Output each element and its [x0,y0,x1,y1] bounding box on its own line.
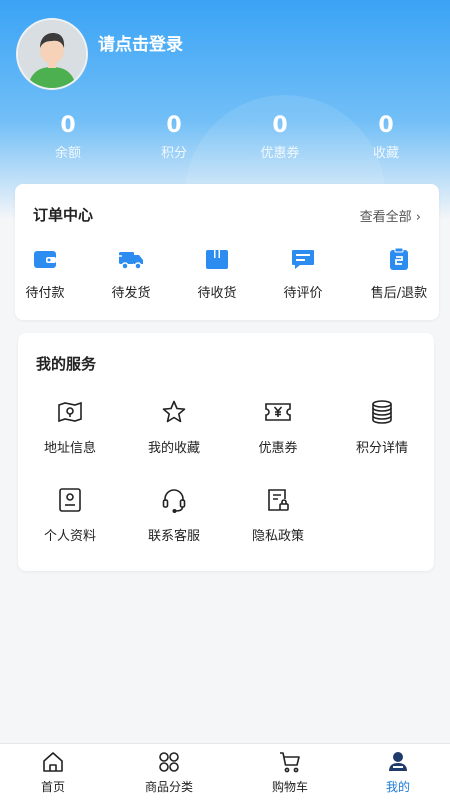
my-services-title: 我的服务 [36,355,97,373]
stat-coupons[interactable]: 0 优惠券 [235,112,325,164]
service-customer-support[interactable]: 联系客服 [122,487,226,544]
stat-points[interactable]: 0 积分 [129,112,219,164]
order-after-sales[interactable]: 售后/退款 [359,246,439,301]
order-item-label: 待发货 [111,286,151,301]
refund-icon [390,247,408,270]
service-address[interactable]: 地址信息 [18,399,122,456]
privacy-doc-icon [268,489,289,511]
order-pending-shipment[interactable]: 待发货 [89,246,173,301]
stat-value: 0 [166,113,182,138]
order-item-label: 售后/退款 [370,286,428,301]
service-profile[interactable]: 个人资料 [18,487,122,544]
map-pin-icon [58,401,82,423]
headset-icon [162,489,186,513]
view-all-orders-link[interactable]: 查看全部 › [360,206,421,225]
stat-balance[interactable]: 0 余额 [23,112,113,164]
tab-label: 购物车 [271,780,308,794]
tab-label: 商品分类 [144,780,193,794]
service-points-detail[interactable]: 积分详情 [330,399,434,456]
stats-row: 0 余额 0 积分 0 优惠券 0 收藏 [0,112,450,172]
coupon-icon [265,403,291,421]
comment-icon [292,250,314,269]
service-label: 联系客服 [147,529,200,544]
order-pending-payment[interactable]: 待付款 [3,246,87,301]
tab-label: 首页 [40,780,65,794]
service-label: 地址信息 [43,441,96,456]
stat-label: 优惠券 [260,146,300,161]
tab-cart[interactable]: 购物车 [250,750,330,795]
my-services-card: 我的服务 地址信息 我的收藏 优惠券 积分详情 个人资料 联系客服 隐私政策 [18,333,434,571]
order-center-title: 订单中心 [33,206,94,224]
category-icon [159,752,179,772]
order-center-card: 订单中心 查看全部 › 待付款 待发货 待收货 待评价 售后/退款 [15,184,439,320]
star-icon [162,400,186,423]
order-item-label: 待付款 [25,286,65,301]
tab-home[interactable]: 首页 [13,750,93,795]
stat-value: 0 [60,113,76,138]
truck-icon [117,252,143,270]
order-item-label: 待收货 [197,286,237,301]
service-privacy-policy[interactable]: 隐私政策 [226,487,330,544]
stat-label: 积分 [160,146,187,161]
bottom-tab-bar: 首页 商品分类 购物车 我的 [0,743,450,801]
stat-label: 余额 [54,146,81,161]
order-pending-review[interactable]: 待评价 [261,246,345,301]
tab-mine[interactable]: 我的 [358,750,438,795]
stat-label: 收藏 [372,146,399,161]
service-label: 隐私政策 [251,529,304,544]
stat-value: 0 [272,113,288,138]
user-icon [389,752,407,771]
tab-categories[interactable]: 商品分类 [129,750,209,795]
cart-icon [280,752,300,773]
service-label: 我的收藏 [147,441,200,456]
home-icon [43,752,63,772]
box-icon [206,250,228,269]
coins-icon [372,400,392,424]
order-item-label: 待评价 [283,286,323,301]
order-pending-receipt[interactable]: 待收货 [175,246,259,301]
service-favorites[interactable]: 我的收藏 [122,399,226,456]
stat-favorites[interactable]: 0 收藏 [341,112,431,164]
service-label: 积分详情 [355,441,408,456]
service-label: 个人资料 [43,529,96,544]
wallet-icon [34,251,56,268]
avatar-illustration [18,20,86,88]
avatar[interactable] [16,18,88,90]
stat-value: 0 [378,113,394,138]
service-coupons[interactable]: 优惠券 [226,399,330,456]
service-label: 优惠券 [258,441,298,456]
login-prompt[interactable]: 请点击登录 [98,30,183,55]
profile-card-icon [59,488,81,512]
tab-label: 我的 [385,780,410,794]
